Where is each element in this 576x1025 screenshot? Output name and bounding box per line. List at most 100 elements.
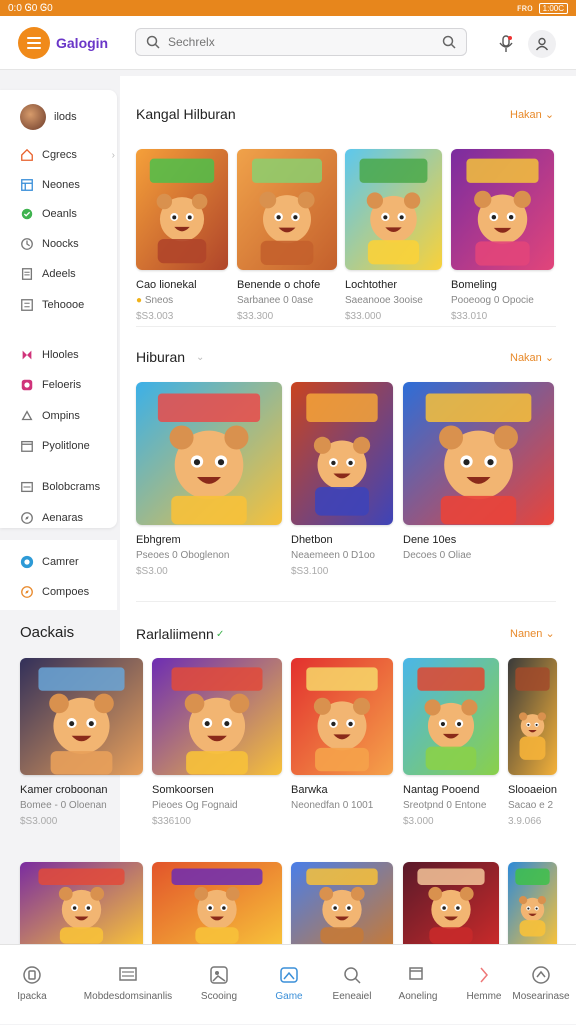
see-all-link[interactable]: Nakan ⌄ — [510, 351, 554, 364]
battery-indicator: 1:00C — [538, 2, 568, 14]
game-price: $S3.100 — [291, 566, 329, 577]
nav-item[interactable]: Aoneling — [390, 945, 446, 1025]
game-price: $S3.000 — [20, 816, 58, 827]
chat-icon — [20, 207, 34, 221]
nav-item[interactable]: Hemme — [454, 945, 514, 1025]
sidebar-item[interactable]: Bolobcrams — [0, 475, 117, 499]
avatar — [20, 104, 46, 130]
game-title: Bomeling — [451, 279, 497, 291]
search-submit-icon[interactable] — [442, 35, 456, 49]
game-title: Benende o chofe — [237, 279, 321, 291]
game-subtitle: Pseoes 0 Oboglenon — [136, 550, 230, 561]
sidebar-item[interactable]: Cgrecs › — [0, 143, 117, 167]
game-thumbnail — [152, 658, 282, 775]
see-all-link[interactable]: Hakan ⌄ — [510, 108, 554, 121]
flag-icon — [20, 378, 34, 392]
game-card[interactable]: Barwka Neonedfan 0 1001 — [291, 658, 393, 816]
game-card[interactable]: Nantag Pooend Sreotpnd 0 Entone $3.000 — [403, 658, 499, 827]
game-card[interactable]: Benende o chofe Sarbanee 0 0ase $33.300 — [237, 149, 337, 322]
sidebar-item[interactable]: Ompins — [0, 404, 117, 428]
divider — [136, 326, 556, 327]
chevron-icon: › — [111, 149, 115, 161]
mic-button[interactable] — [492, 30, 520, 58]
search-bar[interactable] — [135, 28, 467, 56]
sidebar-item[interactable]: Compoes — [0, 580, 117, 604]
compass-icon — [20, 511, 34, 525]
game-card[interactable] — [291, 862, 393, 944]
compass-icon — [20, 585, 34, 599]
sidebar: ilods Cgrecs › Neones Oeanls Noocks Adeels Teh… — [0, 90, 117, 528]
microphone-icon — [499, 35, 513, 52]
game-title: Nantag Pooend — [403, 784, 480, 796]
game-card[interactable]: Dene 10es Decoes 0 Oliae — [403, 382, 554, 566]
sidebar-item[interactable]: Pyolitlone — [0, 434, 117, 458]
camera-icon — [20, 555, 34, 569]
game-subtitle: Saeanooe 3ooise — [345, 295, 423, 306]
game-card[interactable]: Kamer croboonan Bomee - 0 Oloenan $S3.000 — [20, 658, 143, 827]
game-thumbnail — [237, 149, 337, 270]
nav-item[interactable]: Game — [254, 945, 324, 1025]
circle-icon — [22, 965, 42, 985]
section-title: Hiburan — [136, 349, 186, 365]
grid-icon — [20, 178, 34, 192]
game-title: Barwka — [291, 784, 328, 796]
game-thumbnail — [136, 382, 282, 525]
see-all-link[interactable]: Nanen ⌄ — [510, 627, 555, 640]
game-card[interactable] — [152, 862, 282, 944]
sidebar-profile[interactable]: ilods — [0, 102, 117, 132]
game-thumbnail — [291, 382, 393, 525]
game-title: Somkoorsen — [152, 784, 214, 796]
game-card[interactable]: Cao lionekal ● Sneos $S3.003 — [136, 149, 228, 322]
game-card[interactable]: Somkoorsen Pieoes Og Fognaid $336100 — [152, 658, 282, 827]
menu-button[interactable] — [18, 27, 50, 59]
search-icon — [342, 965, 362, 985]
sidebar-item[interactable]: Hlooles — [0, 343, 117, 367]
search-input[interactable] — [168, 35, 442, 49]
game-price: $33.000 — [345, 311, 382, 322]
nav-item[interactable]: Ipacka — [2, 945, 62, 1025]
game-card[interactable] — [508, 862, 557, 944]
sidebar-item-label: Bolobcrams — [42, 481, 101, 493]
game-subtitle: Neonedfan 0 1001 — [291, 800, 374, 811]
sidebar-item[interactable]: Neones — [0, 173, 117, 197]
sidebar-item[interactable]: Adeels — [0, 262, 117, 286]
nav-label: Eeneaiel — [332, 991, 372, 1002]
game-card[interactable]: Ebhgrem Pseoes 0 Oboglenon $S3.00 — [136, 382, 282, 577]
game-thumbnail — [508, 658, 557, 775]
pin-icon — [20, 409, 34, 423]
profile-button[interactable] — [528, 30, 556, 58]
section-filter-icon[interactable]: ⌄ — [196, 352, 204, 363]
chevron-right-icon — [474, 965, 494, 985]
sidebar-item-label: Pyolitlone — [42, 440, 90, 452]
app-logo[interactable]: Galogin — [56, 35, 108, 51]
nav-label: Aoneling — [398, 991, 438, 1002]
sidebar-item[interactable]: Aenaras — [0, 506, 117, 530]
game-subtitle: Pieoes Og Fognaid — [152, 800, 238, 811]
game-card[interactable]: Lochtother Saeanooe 3ooise $33.000 — [345, 149, 442, 322]
sidebar-item[interactable]: Camrer — [0, 550, 117, 574]
game-card[interactable] — [403, 862, 499, 944]
nav-item[interactable]: Scooing — [184, 945, 254, 1025]
search-icon — [146, 35, 160, 49]
nav-item[interactable]: Eeneaiel — [322, 945, 382, 1025]
game-subtitle: ● Sneos — [136, 295, 174, 306]
game-card[interactable]: Slooaeion Sacao e 2 3.9.066 — [508, 658, 557, 827]
game-subtitle: Sreotpnd 0 Entone — [403, 800, 487, 811]
sidebar-item-label: Aenaras — [42, 512, 83, 524]
nav-item[interactable]: Mosearinase — [508, 945, 574, 1025]
nav-label: Mosearinase — [512, 991, 570, 1002]
game-title: Dhetbon — [291, 534, 333, 546]
sidebar-item[interactable]: Tehoooe — [0, 293, 117, 317]
sidebar-item[interactable]: Feloeris — [0, 373, 117, 397]
sidebar-item[interactable]: Oeanls — [0, 202, 117, 226]
clock-icon — [20, 237, 34, 251]
sidebar-item-label: Cgrecs — [42, 149, 77, 161]
photo-icon — [209, 965, 229, 985]
game-card[interactable] — [20, 862, 143, 944]
nav-item[interactable]: Mobdesdomsinanlis — [74, 945, 182, 1025]
sidebar-item[interactable]: Noocks — [0, 232, 117, 256]
section-title: Kangal Hilburan — [136, 106, 236, 122]
divider — [136, 601, 556, 602]
game-card[interactable]: Dhetbon Neaemeen 0 D1oo $S3.100 — [291, 382, 393, 577]
game-card[interactable]: Bomeling Pooeoog 0 Opocie $33.010 — [451, 149, 554, 322]
